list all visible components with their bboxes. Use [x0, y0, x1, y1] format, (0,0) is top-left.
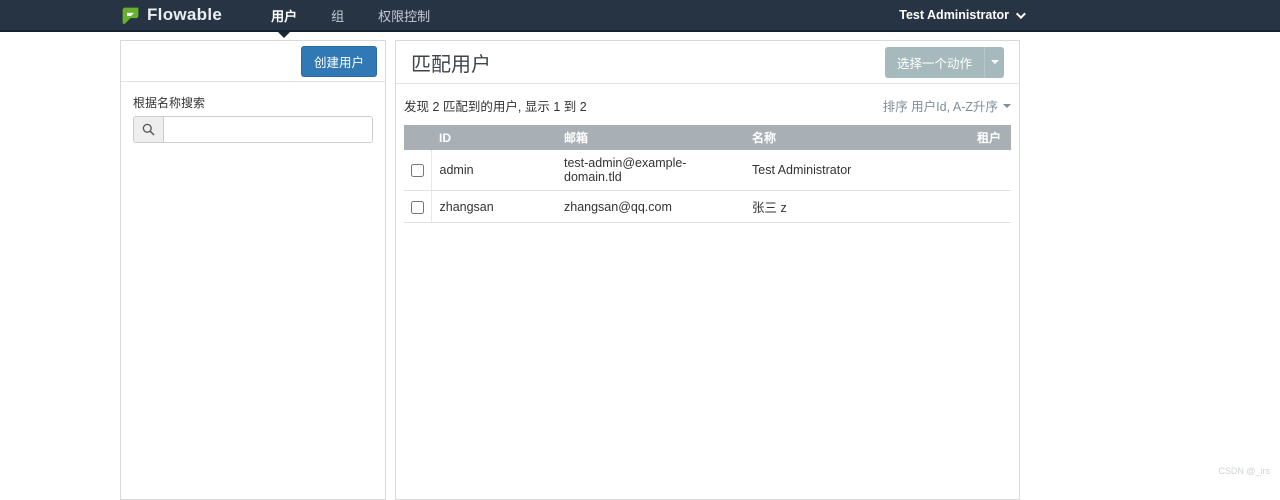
nav-item-groups[interactable]: 组 — [314, 0, 361, 30]
top-navbar: Flowable 用户 组 权限控制 Test Administrator — [0, 0, 1280, 32]
sort-caret-icon — [1003, 104, 1011, 108]
brand-wordmark: Flowable — [147, 5, 222, 25]
page-title: 匹配用户 — [411, 48, 491, 77]
chevron-down-icon — [1016, 9, 1026, 19]
main-panel-body: 发现 2 匹配到的用户, 显示 1 到 2 排序 用户Id, A-Z升序 ID … — [396, 84, 1019, 231]
search-input[interactable] — [164, 117, 372, 142]
sort-label: 排序 用户Id, A-Z升序 — [883, 96, 998, 115]
row-checkbox[interactable] — [411, 201, 424, 214]
header-tenant: 租户 — [969, 125, 1011, 150]
cell-email: test-admin@example-domain.tld — [556, 150, 744, 191]
results-summary: 发现 2 匹配到的用户, 显示 1 到 2 — [404, 96, 587, 115]
user-menu-label: Test Administrator — [899, 8, 1009, 22]
cell-id: admin — [431, 150, 556, 191]
search-icon — [142, 123, 155, 136]
cell-email: zhangsan@qq.com — [556, 191, 744, 223]
cell-name: 张三 z — [744, 191, 969, 223]
nav-item-users[interactable]: 用户 — [254, 0, 314, 30]
user-menu[interactable]: Test Administrator — [899, 0, 1023, 30]
header-checkbox-cell — [404, 125, 431, 150]
main-panel-header: 匹配用户 选择一个动作 — [396, 41, 1019, 84]
table-row[interactable]: admin test-admin@example-domain.tld Test… — [404, 150, 1011, 191]
header-id: ID — [431, 125, 556, 150]
cell-id: zhangsan — [431, 191, 556, 223]
header-name: 名称 — [744, 125, 969, 150]
row-checkbox[interactable] — [411, 164, 424, 177]
cell-name: Test Administrator — [744, 150, 969, 191]
cell-tenant — [969, 150, 1011, 191]
cell-tenant — [969, 191, 1011, 223]
search-addon — [134, 117, 164, 142]
sort-dropdown[interactable]: 排序 用户Id, A-Z升序 — [883, 96, 1011, 115]
choose-action-caret-button[interactable] — [984, 47, 1004, 78]
active-tab-indicator — [278, 32, 290, 38]
left-panel-header: 创建用户 — [121, 41, 385, 82]
table-row[interactable]: zhangsan zhangsan@qq.com 张三 z — [404, 191, 1011, 223]
header-email: 邮箱 — [556, 125, 744, 150]
flowable-logo-icon — [120, 5, 141, 26]
search-input-group — [133, 116, 373, 143]
user-filter-panel: 创建用户 根据名称搜索 — [120, 40, 386, 500]
nav-item-users-label: 用户 — [271, 6, 297, 25]
filter-by-name-label: 根据名称搜索 — [133, 94, 373, 111]
left-panel-body: 根据名称搜索 — [121, 82, 385, 155]
csdn-watermark: CSDN @_irs — [1218, 466, 1270, 476]
action-split-button: 选择一个动作 — [885, 47, 1004, 78]
flowable-brand[interactable]: Flowable — [120, 5, 222, 26]
nav-items: 用户 组 权限控制 — [254, 0, 447, 30]
nav-item-access-control-label: 权限控制 — [378, 6, 430, 25]
users-table: ID 邮箱 名称 租户 admin test-admin@example-dom… — [404, 125, 1011, 223]
matched-users-panel: 匹配用户 选择一个动作 发现 2 匹配到的用户, 显示 1 到 2 排序 用户I… — [395, 40, 1020, 500]
nav-item-access-control[interactable]: 权限控制 — [361, 0, 447, 30]
create-user-button[interactable]: 创建用户 — [301, 46, 377, 77]
table-header-row: ID 邮箱 名称 租户 — [404, 125, 1011, 150]
nav-item-groups-label: 组 — [331, 6, 344, 25]
choose-action-button[interactable]: 选择一个动作 — [885, 47, 984, 78]
summary-row: 发现 2 匹配到的用户, 显示 1 到 2 排序 用户Id, A-Z升序 — [404, 92, 1011, 125]
